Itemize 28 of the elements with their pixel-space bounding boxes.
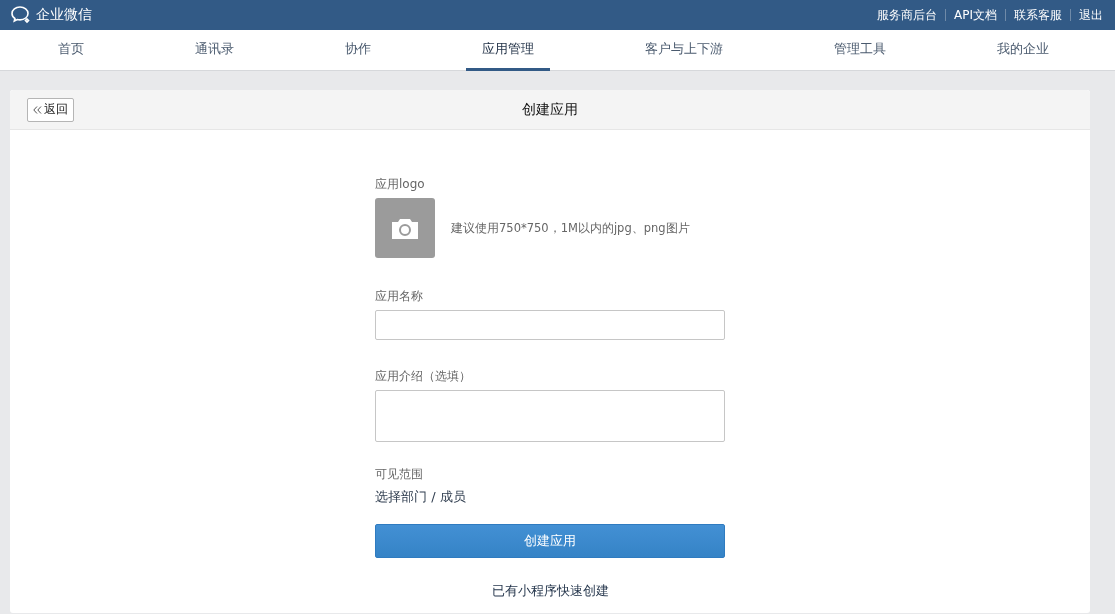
logo-hint: 建议使用750*750，1M以内的jpg、png图片 — [451, 220, 690, 236]
field-label: 可见范围 — [375, 466, 424, 482]
page-title: 创建应用 — [522, 100, 578, 117]
nav-tab[interactable]: 管理工具 — [818, 30, 902, 71]
mini-program-link[interactable]: 已有小程序快速创建 — [491, 582, 609, 600]
header-link[interactable]: 退出 — [1070, 9, 1103, 21]
submit-button[interactable]: 创建应用 — [375, 524, 725, 558]
double-chevron-left-icon — [33, 105, 42, 114]
nav-tab[interactable]: 我的企业 — [981, 30, 1065, 71]
field-label: 应用名称 — [375, 288, 424, 304]
field-label: 应用介绍（选填） — [375, 368, 472, 384]
nav-tab[interactable]: 客户与上下游 — [629, 30, 739, 71]
header-link[interactable]: 联系客服 — [1005, 9, 1070, 21]
field-label: 应用logo — [375, 176, 426, 192]
camera-icon — [390, 217, 420, 239]
header-link[interactable]: API文档 — [945, 9, 1005, 21]
chat-bubbles-logo-icon — [10, 5, 32, 25]
nav-tab[interactable]: 协作 — [329, 30, 387, 71]
scope-link[interactable]: 选择部门 / 成员 — [375, 488, 466, 506]
nav-tab[interactable]: 应用管理 — [466, 30, 550, 71]
brand-name: 企业微信 — [36, 6, 92, 24]
intro-textarea[interactable] — [375, 390, 725, 442]
nav-tab[interactable]: 通讯录 — [179, 30, 250, 71]
name-input[interactable] — [375, 310, 725, 340]
logo-upload[interactable] — [375, 198, 435, 258]
nav-tab[interactable]: 首页 — [42, 30, 100, 71]
back-button[interactable]: 返回 — [27, 97, 74, 122]
header-link[interactable]: 服务商后台 — [869, 9, 945, 21]
